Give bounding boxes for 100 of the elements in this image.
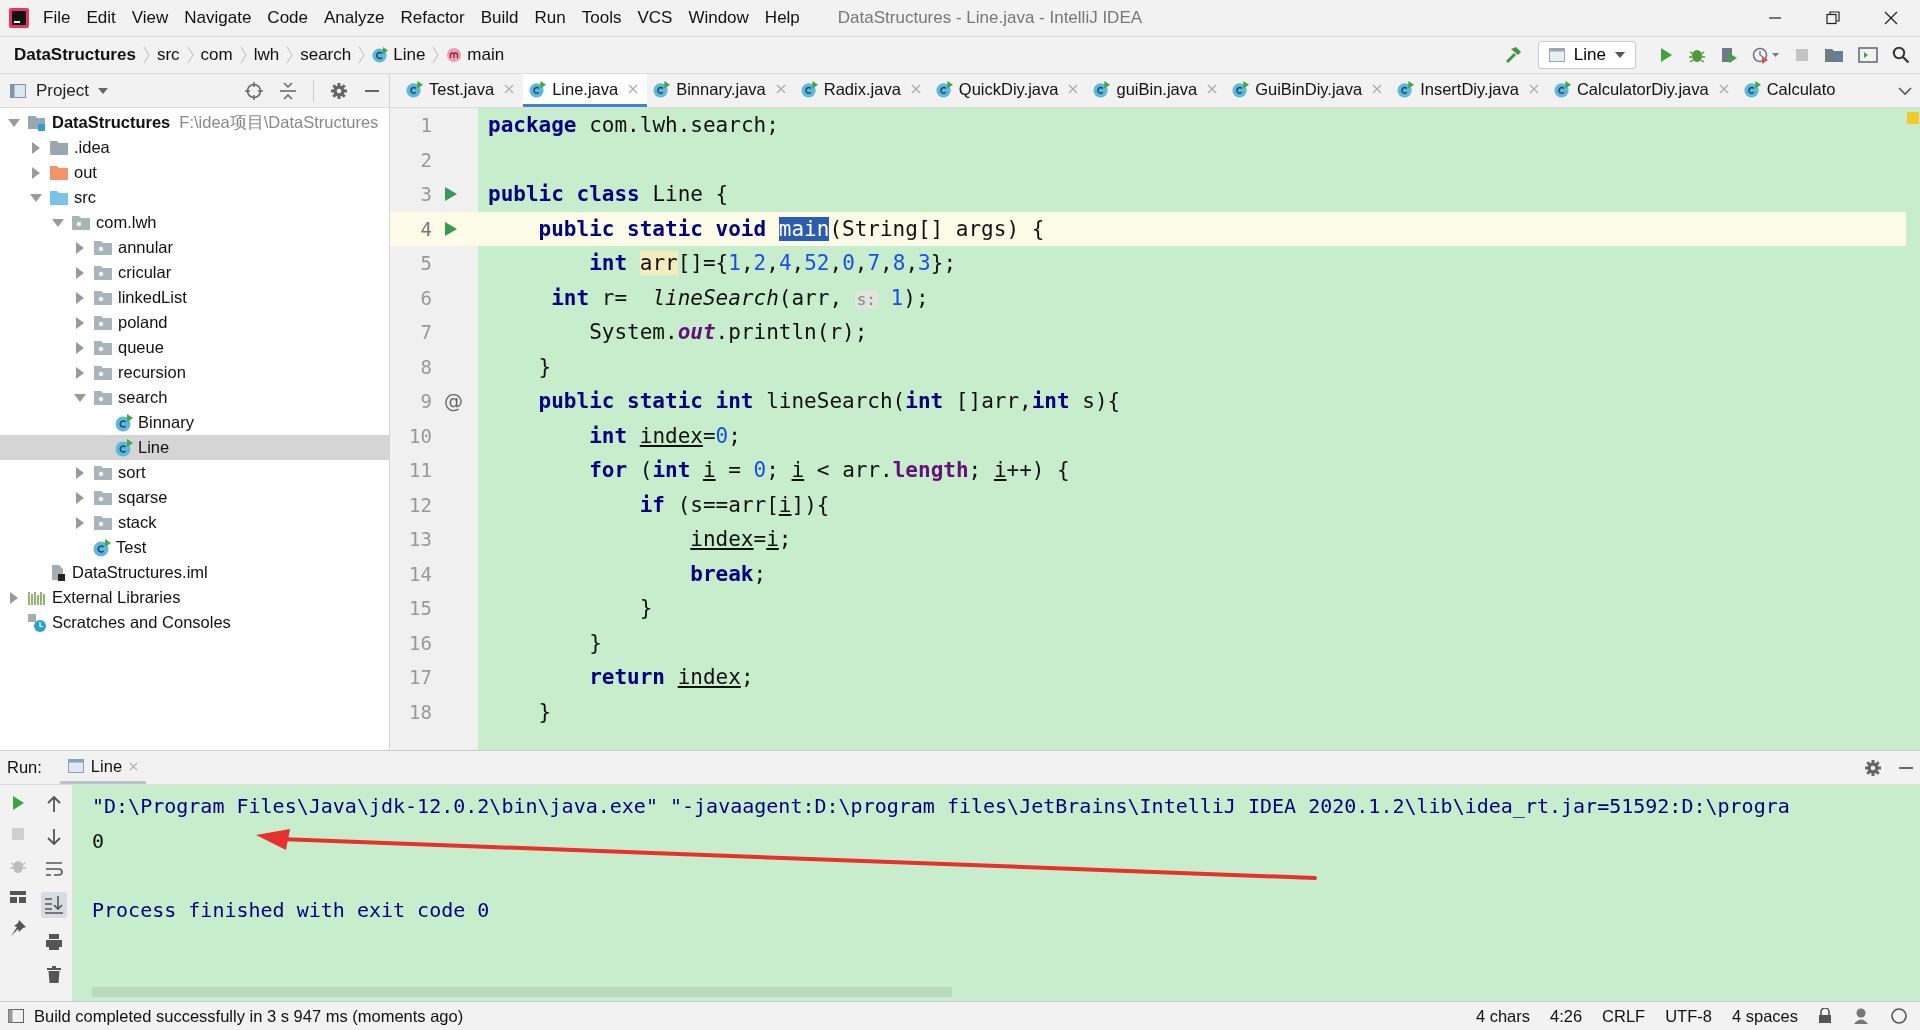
tree-item[interactable]: recursion: [0, 360, 389, 385]
expand-arrow-icon[interactable]: [30, 166, 42, 179]
editor-tab[interactable]: guiBin.java: [1087, 74, 1227, 107]
tree-item[interactable]: com.lwh: [0, 210, 389, 235]
editor-tab[interactable]: Line.java: [523, 74, 648, 107]
profiler-icon[interactable]: [1752, 46, 1780, 64]
chevron-down-icon[interactable]: [1898, 85, 1912, 96]
expand-arrow-icon[interactable]: [74, 366, 86, 379]
menu-item[interactable]: Edit: [86, 8, 116, 28]
run-gutter-icon[interactable]: [444, 186, 458, 203]
arrow-up-icon[interactable]: [46, 795, 62, 813]
expand-arrow-icon[interactable]: [74, 341, 86, 354]
editor-tab[interactable]: Test.java: [400, 74, 524, 107]
lock-icon[interactable]: [1818, 1008, 1832, 1024]
tree-item[interactable]: poland: [0, 310, 389, 335]
tree-item[interactable]: DataStructures F:\idea项目\DataStructures: [0, 110, 389, 135]
menu-item[interactable]: Tools: [581, 8, 622, 28]
tree-item[interactable]: out: [0, 160, 389, 185]
tree-item[interactable]: search: [0, 385, 389, 410]
breadcrumb-item[interactable]: Line: [372, 45, 426, 65]
layout-icon[interactable]: [9, 890, 27, 904]
tree-item[interactable]: src: [0, 185, 389, 210]
status-item[interactable]: UTF-8: [1665, 1006, 1712, 1026]
tree-item[interactable]: linkedList: [0, 285, 389, 310]
editor-tab[interactable]: Binnary.java: [647, 74, 795, 107]
menu-item[interactable]: View: [131, 8, 169, 28]
tree-item[interactable]: Binnary: [0, 410, 389, 435]
pin-icon[interactable]: [9, 919, 27, 937]
menu-item[interactable]: Code: [267, 8, 308, 28]
hammer-icon[interactable]: [1503, 45, 1524, 65]
run-gutter-icon[interactable]: [444, 220, 458, 237]
locate-icon[interactable]: [245, 81, 263, 100]
breadcrumb-item[interactable]: DataStructures: [14, 45, 136, 65]
tree-item[interactable]: sqarse: [0, 485, 389, 510]
close-icon[interactable]: [1884, 11, 1898, 25]
editor-tab[interactable]: QuickDiy.java: [929, 74, 1088, 107]
status-item[interactable]: 4:26: [1550, 1006, 1583, 1026]
run-icon[interactable]: [1658, 47, 1674, 63]
coverage-icon[interactable]: [1720, 46, 1738, 64]
print-icon[interactable]: [45, 933, 63, 951]
soft-wrap-icon[interactable]: [45, 861, 63, 877]
tree-item[interactable]: queue: [0, 335, 389, 360]
rerun-icon[interactable]: [10, 795, 26, 811]
editor-tab[interactable]: CalculatorDiy.java: [1547, 74, 1738, 107]
collapse-all-icon[interactable]: [279, 81, 297, 100]
tree-item[interactable]: cricular: [0, 260, 389, 285]
tree-item[interactable]: Test: [0, 535, 389, 560]
status-item[interactable]: 4 chars: [1475, 1006, 1530, 1026]
menu-item[interactable]: Analyze: [324, 8, 385, 28]
status-item[interactable]: 4 spaces: [1731, 1006, 1798, 1026]
editor-tab[interactable]: Radix.java: [794, 74, 930, 107]
search-icon[interactable]: [1892, 46, 1910, 64]
breadcrumb-item[interactable]: main: [446, 45, 505, 65]
expand-arrow-icon[interactable]: [74, 316, 86, 329]
expand-arrow-icon[interactable]: [74, 241, 86, 254]
status-item[interactable]: CRLF: [1602, 1006, 1646, 1026]
settings-icon[interactable]: [330, 81, 348, 100]
menu-item[interactable]: Build: [480, 8, 519, 28]
menu-item[interactable]: Help: [764, 8, 800, 28]
menu-item[interactable]: VCS: [637, 8, 673, 28]
panel-toggle-icon[interactable]: [8, 1009, 24, 1023]
project-view-dropdown[interactable]: Project: [32, 80, 112, 101]
terminal-icon[interactable]: [1858, 46, 1878, 64]
expand-arrow-icon[interactable]: [74, 491, 86, 504]
editor-tab[interactable]: GuiBinDiy.java: [1226, 74, 1392, 107]
expand-arrow-icon[interactable]: [74, 291, 86, 304]
expand-arrow-icon[interactable]: [52, 216, 64, 229]
settings-icon[interactable]: [1864, 758, 1882, 777]
expand-arrow-icon[interactable]: [8, 116, 20, 129]
scroll-to-end-icon[interactable]: [41, 892, 67, 918]
restore-icon[interactable]: [1826, 11, 1840, 25]
run-configuration-dropdown[interactable]: Line: [1537, 41, 1636, 69]
tree-item[interactable]: DataStructures.iml: [0, 560, 389, 585]
tree-item[interactable]: Line: [0, 435, 389, 460]
tree-item[interactable]: sort: [0, 460, 389, 485]
editor-tab[interactable]: Calculato: [1737, 74, 1845, 107]
tree-item[interactable]: Scratches and Consoles: [0, 610, 389, 635]
tree-item[interactable]: annular: [0, 235, 389, 260]
breadcrumb-item[interactable]: lwh: [253, 45, 280, 65]
arrow-down-icon[interactable]: [46, 828, 62, 846]
menu-item[interactable]: File: [43, 8, 71, 28]
annotation-gutter-mark[interactable]: @: [444, 390, 463, 413]
breadcrumb-item[interactable]: com: [200, 45, 233, 65]
tree-item[interactable]: stack: [0, 510, 389, 535]
expand-arrow-icon[interactable]: [8, 591, 20, 604]
expand-arrow-icon[interactable]: [74, 516, 86, 529]
expand-arrow-icon[interactable]: [74, 466, 86, 479]
editor-tab[interactable]: InsertDiy.java: [1391, 74, 1548, 107]
menu-item[interactable]: Window: [688, 8, 749, 28]
stop-icon[interactable]: [1794, 47, 1810, 63]
expand-arrow-icon[interactable]: [74, 266, 86, 279]
expand-arrow-icon[interactable]: [74, 391, 86, 404]
menu-item[interactable]: Run: [534, 8, 566, 28]
expand-arrow-icon[interactable]: [30, 191, 42, 204]
breadcrumb-item[interactable]: src: [156, 45, 180, 65]
trash-icon[interactable]: [46, 966, 62, 984]
memory-indicator-icon[interactable]: [1890, 1007, 1908, 1025]
inspector-icon[interactable]: [1852, 1007, 1870, 1025]
tree-item[interactable]: .idea: [0, 135, 389, 160]
expand-arrow-icon[interactable]: [30, 141, 42, 154]
